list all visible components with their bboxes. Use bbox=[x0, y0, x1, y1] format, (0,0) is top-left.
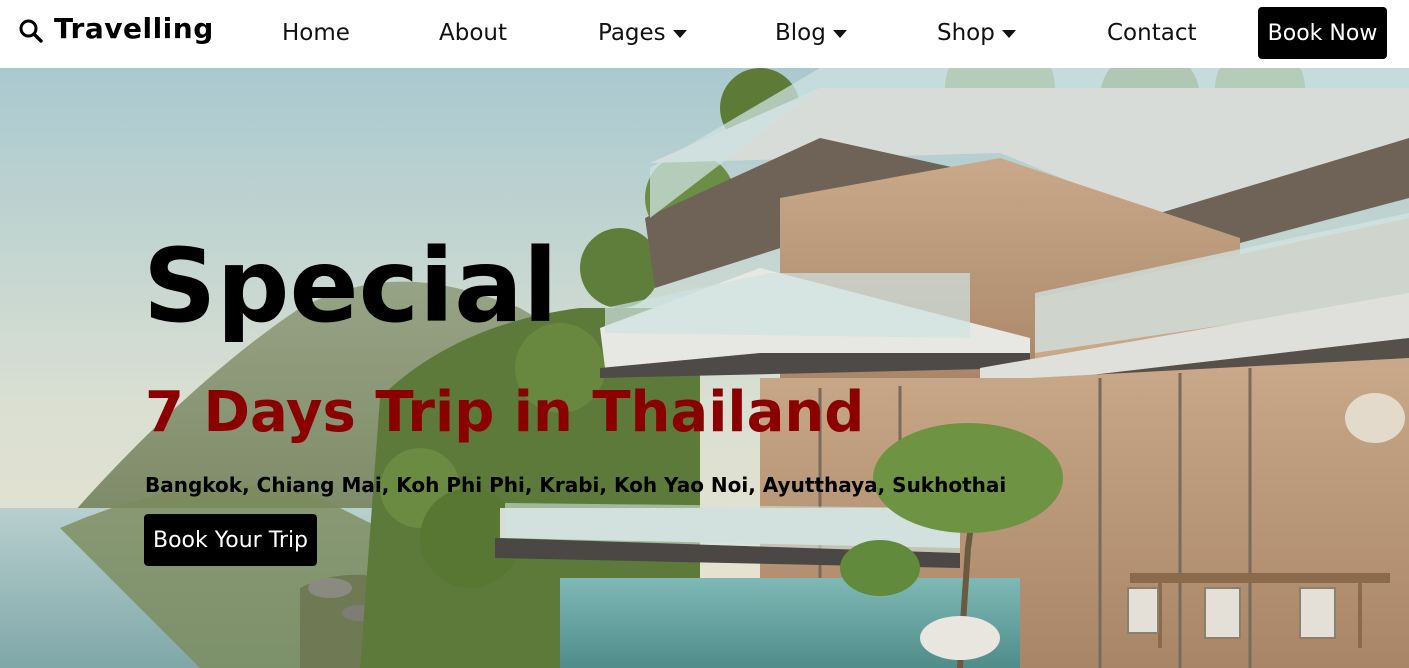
chevron-down-icon bbox=[1001, 30, 1016, 38]
brand: Travelling bbox=[18, 12, 214, 45]
book-your-trip-button[interactable]: Book Your Trip bbox=[144, 514, 317, 566]
hero-title: Special bbox=[143, 227, 558, 346]
chevron-down-icon bbox=[672, 30, 687, 38]
hero-destinations: Bangkok, Chiang Mai, Koh Phi Phi, Krabi,… bbox=[145, 473, 1007, 497]
nav-blog-dropdown[interactable]: Blog bbox=[775, 20, 847, 46]
nav-contact-label: Contact bbox=[1107, 20, 1197, 46]
hero-subtitle: 7 Days Trip in Thailand bbox=[145, 380, 865, 445]
hero-background-image bbox=[0, 68, 1409, 668]
hero-section: Special 7 Days Trip in Thailand Bangkok,… bbox=[0, 68, 1409, 668]
nav-home[interactable]: Home bbox=[282, 20, 350, 46]
nav-pages-dropdown[interactable]: Pages bbox=[598, 20, 687, 46]
book-now-button[interactable]: Book Now bbox=[1258, 7, 1387, 59]
nav-pages-label: Pages bbox=[598, 20, 666, 46]
nav-blog-label: Blog bbox=[775, 20, 826, 46]
nav-contact[interactable]: Contact bbox=[1107, 20, 1196, 46]
chevron-down-icon bbox=[832, 30, 847, 38]
top-navbar: Travelling Home About Pages Blog Shop Co… bbox=[0, 0, 1409, 68]
brand-logo-text[interactable]: Travelling bbox=[54, 12, 214, 45]
nav-about-label: About bbox=[439, 20, 508, 46]
nav-home-label: Home bbox=[282, 20, 350, 46]
nav-about[interactable]: About bbox=[439, 20, 507, 46]
nav-shop-label: Shop bbox=[937, 20, 995, 46]
nav-shop-dropdown[interactable]: Shop bbox=[937, 20, 1016, 46]
search-icon[interactable] bbox=[18, 18, 44, 44]
